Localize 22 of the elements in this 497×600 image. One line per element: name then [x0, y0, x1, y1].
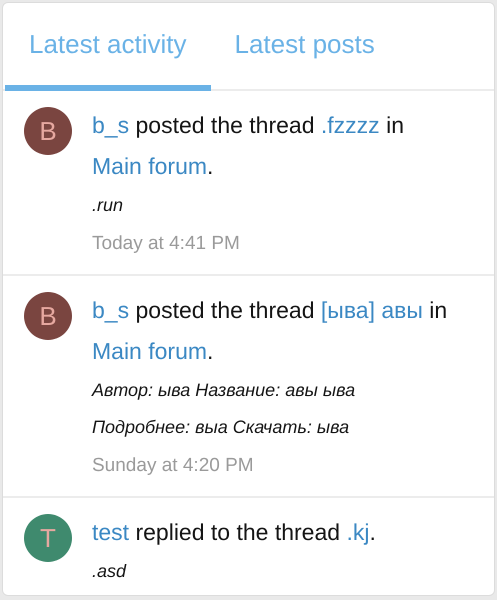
avatar[interactable]: B	[24, 292, 72, 340]
link[interactable]: .fzzzz	[320, 112, 380, 138]
post-snippet: Автор: ыва Название: авы ыва	[92, 379, 356, 402]
avatar[interactable]: B	[24, 107, 72, 155]
post-snippet: .asd	[92, 560, 128, 583]
post-snippet: Подробнее: выа Скачать: ыва	[92, 416, 350, 439]
link[interactable]: b_s	[92, 112, 130, 138]
avatar[interactable]: T	[24, 514, 72, 562]
timestamp: Today at 4:41 PM	[92, 232, 241, 256]
activity-sentence: b_s posted the thread [ыва] авы in Main forum.	[92, 296, 448, 366]
tab[interactable]: Latest posts	[210, 3, 399, 91]
timestamp: Sunday at 4:20 PM	[92, 454, 255, 478]
post-snippet: .run	[92, 194, 124, 217]
link[interactable]: [ыва] авы	[320, 297, 423, 323]
link[interactable]: Main forum	[92, 153, 208, 179]
link[interactable]: .kj	[346, 519, 370, 545]
activity-sentence: b_s posted the thread .fzzzz in Main forum.	[92, 111, 405, 181]
link[interactable]: b_s	[92, 297, 130, 323]
link[interactable]: Main forum	[92, 338, 208, 364]
link[interactable]: test	[92, 519, 130, 545]
tab[interactable]: Latest activity	[5, 3, 211, 91]
activity-sentence: test replied to the thread .kj.	[92, 518, 377, 547]
